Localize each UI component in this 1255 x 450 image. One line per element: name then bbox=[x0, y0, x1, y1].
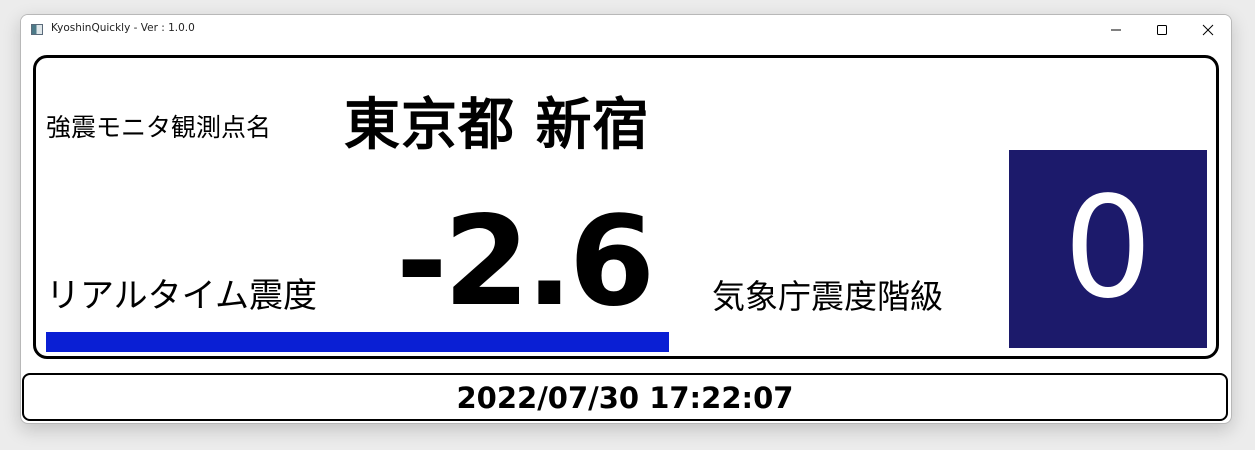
realtime-intensity-value: -2.6 bbox=[396, 190, 655, 334]
minimize-icon bbox=[1111, 29, 1121, 31]
title-bar[interactable]: KyoshinQuickly - Ver : 1.0.0 bbox=[21, 15, 1231, 45]
app-window-icon bbox=[31, 24, 43, 35]
jma-intensity-box: 0 bbox=[1009, 150, 1207, 348]
station-name: 東京都 新宿 bbox=[344, 93, 650, 158]
minimize-button[interactable] bbox=[1093, 15, 1139, 45]
maximize-icon bbox=[1157, 25, 1167, 35]
close-button[interactable] bbox=[1185, 15, 1231, 45]
jma-intensity-label: 気象庁震度階級 bbox=[712, 277, 943, 316]
maximize-button[interactable] bbox=[1139, 15, 1185, 45]
app-window: KyoshinQuickly - Ver : 1.0.0 強震モニタ観測点名 東… bbox=[20, 14, 1232, 424]
footer-panel: 2022/07/30 17:22:07 bbox=[22, 373, 1228, 421]
monitor-panel: 強震モニタ観測点名 東京都 新宿 リアルタイム震度 -2.6 気象庁震度階級 0 bbox=[33, 55, 1219, 359]
intensity-bar-fill bbox=[46, 332, 669, 352]
realtime-intensity-label: リアルタイム震度 bbox=[46, 276, 317, 316]
station-label: 強震モニタ観測点名 bbox=[46, 113, 272, 142]
window-title: KyoshinQuickly - Ver : 1.0.0 bbox=[51, 22, 195, 34]
jma-intensity-value: 0 bbox=[1063, 167, 1153, 330]
intensity-bar bbox=[46, 332, 670, 352]
close-icon bbox=[1202, 24, 1214, 36]
timestamp: 2022/07/30 17:22:07 bbox=[456, 381, 794, 415]
